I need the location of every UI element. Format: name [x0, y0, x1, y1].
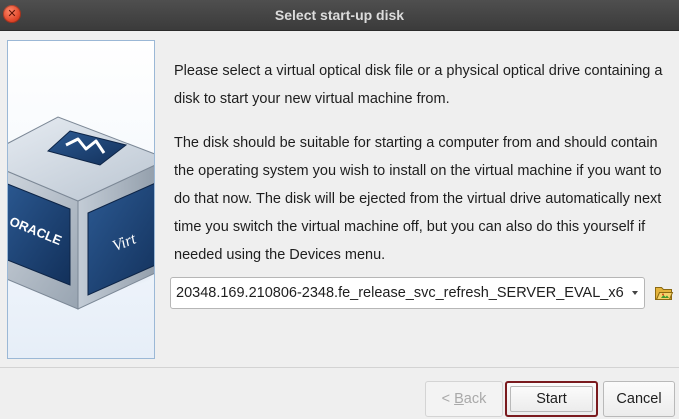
folder-open-icon	[655, 287, 674, 300]
cancel-button[interactable]: Cancel	[603, 381, 675, 417]
window-title: Select start-up disk	[274, 7, 405, 23]
back-button-prefix: <	[441, 391, 455, 407]
title-bar[interactable]: ✕ Select start-up disk	[0, 0, 679, 31]
start-button[interactable]: Start	[505, 381, 598, 417]
chevron-down-icon[interactable]	[632, 291, 638, 295]
back-button-rest: ack	[463, 391, 487, 407]
start-button-face: Start	[510, 386, 593, 412]
description-paragraph-1: Please select a virtual optical disk fil…	[174, 63, 663, 107]
choose-disk-file-button[interactable]	[654, 283, 674, 303]
description-paragraph-2: The disk should be suitable for starting…	[174, 135, 662, 263]
dialog-window: ✕ Select start-up disk ORACLE Virt Pleas…	[0, 0, 679, 419]
disk-selector-value: 20348.169.210806-2348.fe_release_svc_ref…	[176, 285, 624, 301]
virtualbox-banner-image: ORACLE Virt	[7, 40, 155, 359]
back-button-mnemonic: B	[454, 391, 464, 407]
cancel-button-label: Cancel	[616, 391, 662, 407]
dialog-description: Please select a virtual optical disk fil…	[174, 57, 669, 285]
disk-selector-combobox[interactable]: 20348.169.210806-2348.fe_release_svc_ref…	[170, 277, 645, 309]
virtualbox-logo-icon: ORACLE Virt	[8, 116, 154, 310]
back-button[interactable]: < Back	[425, 381, 503, 417]
start-button-label: Start	[536, 391, 567, 407]
button-bar-divider	[0, 367, 679, 368]
